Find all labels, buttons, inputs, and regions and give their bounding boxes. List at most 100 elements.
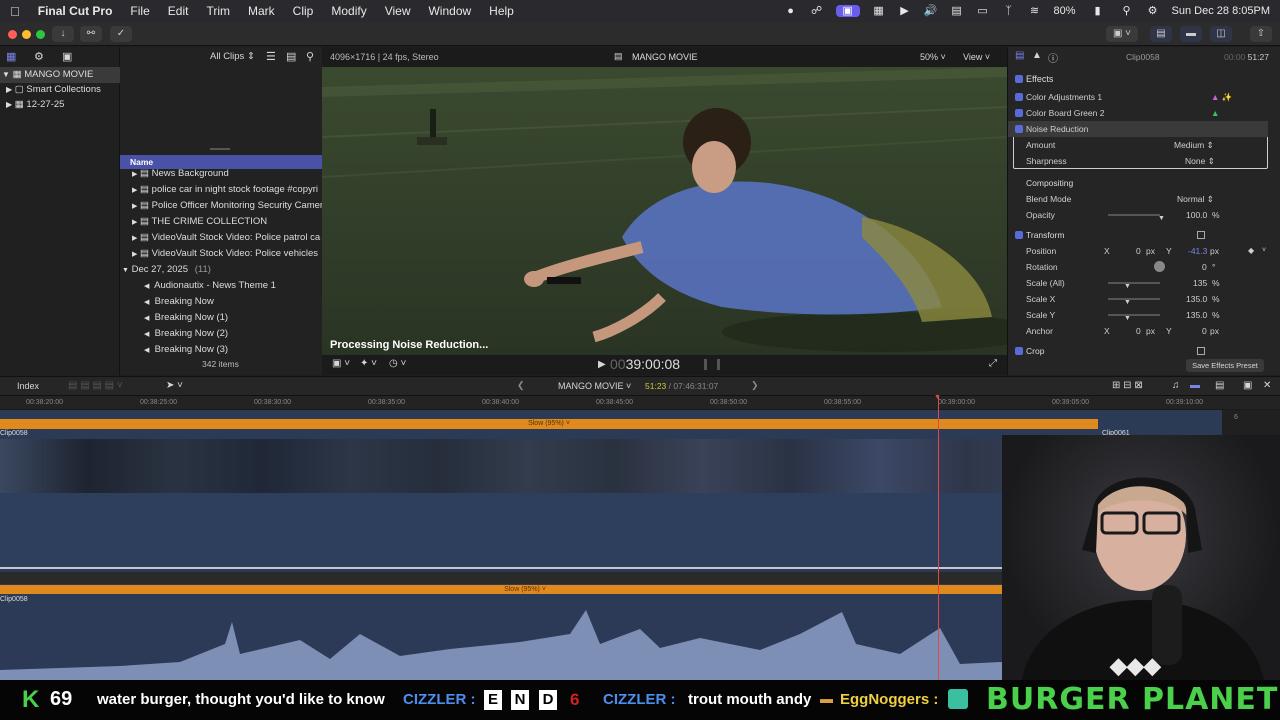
rotation-dial[interactable] bbox=[1154, 261, 1165, 272]
menu-help[interactable]: Help bbox=[489, 4, 514, 18]
color-mask-icon[interactable]: ▲ bbox=[1211, 105, 1219, 121]
display-icon[interactable]: ▭ bbox=[976, 5, 990, 17]
transform-onscreen-toggle[interactable] bbox=[1197, 231, 1205, 239]
close-window-button[interactable] bbox=[8, 30, 17, 39]
effect-checkbox[interactable] bbox=[1015, 93, 1023, 101]
search-icon[interactable]: ⚲ bbox=[306, 50, 314, 63]
keyword-button[interactable]: ⚯ bbox=[80, 26, 102, 42]
playhead[interactable] bbox=[938, 396, 939, 680]
project-name-dropdown[interactable]: MANGO MOVIE ˅ bbox=[558, 381, 631, 391]
video-frame[interactable]: Processing Noise Reduction... bbox=[322, 67, 1007, 355]
clip-appearance-icon[interactable]: ▤ bbox=[286, 50, 296, 63]
opacity-slider[interactable] bbox=[1108, 214, 1160, 216]
timeline-ruler[interactable]: 00:38:20:00 00:38:25:00 00:38:30:00 00:3… bbox=[0, 396, 1280, 410]
audio-list-item[interactable]: ◀ Breaking Now (2) bbox=[144, 326, 228, 342]
color-inspector-icon[interactable]: ▲ bbox=[1032, 50, 1042, 61]
anchor-x-field[interactable]: 0 bbox=[1136, 323, 1141, 339]
history-forward-icon[interactable]: ❯ bbox=[751, 380, 759, 391]
menu-window[interactable]: Window bbox=[428, 4, 471, 18]
menu-edit[interactable]: Edit bbox=[168, 4, 189, 18]
list-item[interactable]: ▶ ▤ police car in night stock footage #c… bbox=[132, 182, 322, 198]
share-button[interactable]: ⇧ bbox=[1250, 26, 1272, 42]
photos-icon[interactable]: ⚙ bbox=[34, 50, 44, 63]
audio-retime-bar[interactable]: Slow (95%) ˅ bbox=[0, 585, 1050, 594]
chevron-down-icon[interactable]: ˅ bbox=[1262, 243, 1266, 259]
timeline-toggle-button[interactable]: ▬ bbox=[1180, 26, 1202, 42]
play-icon[interactable]: ▶ bbox=[898, 5, 912, 17]
fullscreen-icon[interactable]: ⤢ bbox=[989, 358, 997, 369]
library-root[interactable]: ▼ ▦ MANGO MOVIE bbox=[0, 67, 120, 83]
effects-checkbox[interactable] bbox=[1015, 75, 1023, 83]
info-inspector-icon[interactable]: ⓘ bbox=[1048, 50, 1058, 65]
skimming-icon[interactable]: ▬ bbox=[1190, 380, 1200, 391]
position-x-field[interactable]: 0 bbox=[1136, 243, 1141, 259]
headphones-icon[interactable]: ♫ bbox=[1172, 380, 1180, 391]
grid-icon[interactable]: ▦ bbox=[872, 5, 886, 17]
disclosure-closed-icon[interactable]: ▶ bbox=[6, 100, 12, 109]
list-item[interactable]: ▶ ▤ VideoVault Stock Video: Police patro… bbox=[132, 230, 322, 246]
menu-view[interactable]: View bbox=[385, 4, 411, 18]
creative-cloud-icon[interactable]: ☍ bbox=[810, 5, 824, 17]
scale-y-slider[interactable] bbox=[1108, 314, 1160, 316]
retime-tool-icon[interactable]: ◷ ˅ bbox=[389, 358, 406, 369]
select-tool-icon[interactable]: ➤ ˅ bbox=[166, 380, 183, 391]
audio-list-item[interactable]: ◀ Audionautix - News Theme 1 bbox=[144, 278, 276, 294]
save-effects-preset-button[interactable]: Save Effects Preset bbox=[1186, 359, 1264, 372]
disclosure-closed-icon[interactable]: ▶ bbox=[6, 85, 12, 94]
transform-section[interactable]: Transform bbox=[1008, 227, 1280, 243]
zoom-dropdown[interactable]: 50% ˅ bbox=[920, 52, 946, 62]
edit-tools-icons[interactable]: ▤ ▤ ▤ ▤ ˅ bbox=[68, 380, 123, 391]
audio-clip[interactable] bbox=[0, 604, 1050, 680]
screen-share-icon[interactable]: ▣ bbox=[835, 5, 860, 17]
list-item[interactable]: ▶ ▤ News Background bbox=[132, 166, 322, 182]
close-timeline-icon[interactable]: ✕ bbox=[1263, 380, 1271, 391]
import-button[interactable]: ↓ bbox=[52, 26, 74, 42]
crop-checkbox[interactable] bbox=[1015, 347, 1023, 355]
volume-icon[interactable]: 🔊 bbox=[924, 5, 938, 17]
timecode-display[interactable]: 0039:00:08 bbox=[610, 356, 680, 372]
bluetooth-icon[interactable]: ᛉ bbox=[1002, 5, 1016, 17]
list-item[interactable]: ▶ ▤ Police Officer Monitoring Security C… bbox=[132, 198, 322, 214]
video-inspector-icon[interactable]: ▤ bbox=[1015, 50, 1024, 61]
filter-dropdown[interactable]: All Clips ⇕ bbox=[210, 51, 255, 62]
list-view-icon[interactable]: ☰ bbox=[266, 50, 276, 63]
zoom-tools-icons[interactable]: ⊞ ⊟ ⊠ bbox=[1112, 380, 1143, 391]
library-item-smart-collections[interactable]: ▶ ▢ Smart Collections bbox=[0, 82, 101, 98]
effect-noise-reduction[interactable]: Noise Reduction bbox=[1008, 121, 1268, 137]
date-group-header[interactable]: ▼ Dec 27, 2025 (11) bbox=[122, 262, 322, 278]
anchor-y-field[interactable]: 0 bbox=[1202, 323, 1207, 339]
menu-mark[interactable]: Mark bbox=[248, 4, 275, 18]
apple-icon[interactable]:  bbox=[10, 4, 20, 19]
menu-file[interactable]: File bbox=[130, 4, 149, 18]
record-icon[interactable]: ● bbox=[784, 5, 798, 17]
audio-list-item[interactable]: ◀ Breaking Now bbox=[144, 294, 214, 310]
view-dropdown[interactable]: View ˅ bbox=[963, 52, 990, 62]
color-mask-icon[interactable]: ▲ ✨ bbox=[1211, 89, 1232, 105]
list-item[interactable]: ▶ ▤ VideoVault Stock Video: Police vehic… bbox=[132, 246, 322, 262]
play-button[interactable]: ▶ bbox=[598, 359, 606, 370]
retime-bar[interactable]: Slow (95%) ˅ bbox=[0, 419, 1098, 429]
audio-list-item[interactable]: ◀ Breaking Now (3) bbox=[144, 342, 228, 358]
playhead-marker-icon[interactable]: ▼ bbox=[934, 394, 941, 401]
crop-section[interactable]: Crop bbox=[1008, 343, 1280, 359]
menu-trim[interactable]: Trim bbox=[206, 4, 230, 18]
compositing-section[interactable]: Compositing bbox=[1008, 175, 1280, 191]
enhance-tool-icon[interactable]: ✦ ˅ bbox=[360, 358, 377, 369]
clipboard-icon[interactable]: ▤ bbox=[950, 5, 964, 17]
effect-color-board[interactable]: Color Board Green 2 ▲ bbox=[1008, 105, 1280, 121]
control-center-icon[interactable]: ⚙ bbox=[1146, 5, 1160, 17]
browser-toggle-button[interactable]: ▤ bbox=[1150, 26, 1172, 42]
opacity-slider-knob[interactable]: ▼ bbox=[1158, 211, 1165, 227]
amount-dropdown[interactable]: Medium ⇕ bbox=[1174, 137, 1214, 153]
transform-checkbox[interactable] bbox=[1015, 231, 1023, 239]
disclosure-open-icon[interactable]: ▼ bbox=[2, 70, 10, 79]
clip-appearance-icon[interactable]: ▤ bbox=[1215, 380, 1224, 391]
menu-modify[interactable]: Modify bbox=[331, 4, 366, 18]
sharpness-dropdown[interactable]: None ⇕ bbox=[1185, 153, 1215, 169]
minimize-window-button[interactable] bbox=[22, 30, 31, 39]
battery-icon[interactable]: ▮ bbox=[1088, 5, 1108, 17]
library-item-event[interactable]: ▶ ▦ 12-27-25 bbox=[0, 97, 64, 113]
keyframe-icon[interactable]: ◆ bbox=[1248, 243, 1254, 259]
effects-browser-icon[interactable]: ▣ bbox=[1243, 380, 1252, 391]
index-button[interactable]: Index bbox=[17, 381, 39, 391]
